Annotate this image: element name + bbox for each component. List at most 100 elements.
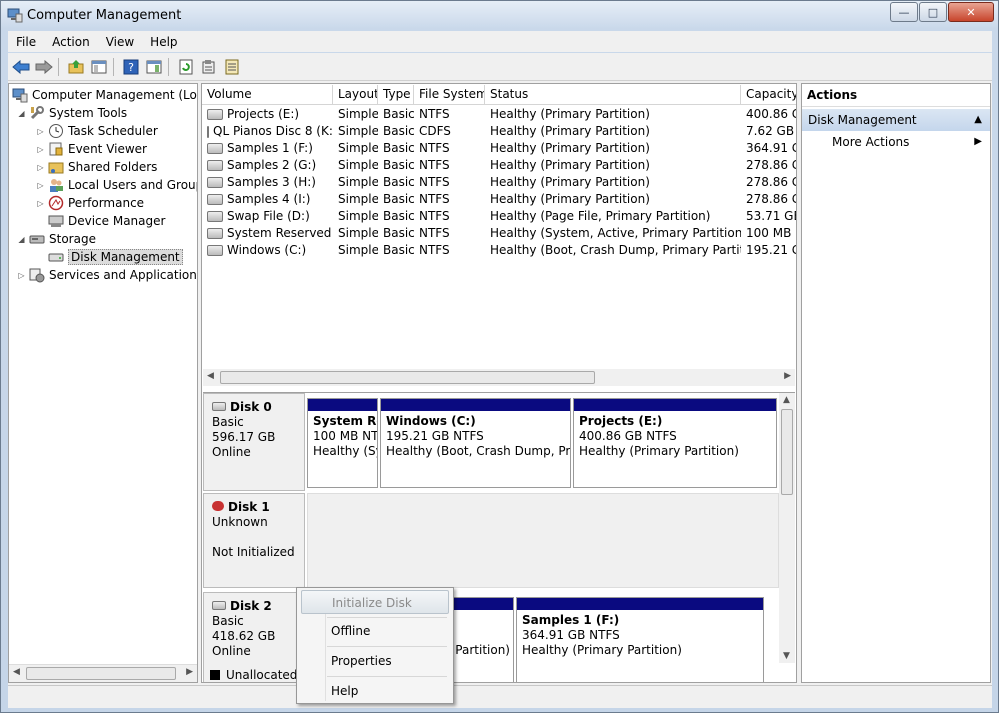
menu-item-initialize-disk[interactable]: Initialize Disk [301,590,449,614]
volume-file-system: NTFS [419,158,450,172]
tree-node-services-and-applications[interactable]: ▷ Services and Applications [17,266,198,284]
volume-size: 100 MB NT [313,429,377,443]
window-title: Computer Management [27,8,182,23]
volume-row[interactable]: System Reserved Simple Basic NTFS Health… [202,225,796,242]
menu-item-properties[interactable]: Properties [301,649,449,673]
scrollbar-thumb[interactable] [781,409,793,495]
scrollbar-thumb[interactable] [26,667,176,680]
tree-node-storage[interactable]: ◢ Storage [17,230,96,248]
volume-status: Healthy (Primary Partition) [522,643,682,657]
scrollbar-thumb[interactable] [220,371,595,384]
tree-node-shared-folders[interactable]: ▷ Shared Folders [36,158,157,176]
menu-view[interactable]: View [98,35,142,49]
tree-node-device-manager[interactable]: Device Manager [48,212,165,230]
volume-list-horizontal-scrollbar[interactable]: ◀ ▶ [203,369,795,386]
column-header-file-system[interactable]: File System [414,85,485,104]
title-bar[interactable]: Computer Management — □ ✕ [1,1,998,30]
volume-row[interactable]: Samples 3 (H:) Simple Basic NTFS Healthy… [202,174,796,191]
disk-state: Online [212,445,251,459]
tree-horizontal-scrollbar[interactable]: ◀ ▶ [9,664,197,682]
expand-arrow-icon[interactable]: ▷ [17,271,26,280]
volume-name: System Reserved [227,226,332,240]
volume-layout: Simple [338,243,378,257]
volume-row[interactable]: Projects (E:) Simple Basic NTFS Healthy … [202,106,796,123]
action-more-actions[interactable]: More Actions ▶ [802,131,990,153]
column-header-status[interactable]: Status [485,85,741,104]
services-icon [29,267,45,283]
menu-separator [327,646,447,647]
tree-node-task-scheduler[interactable]: ▷ Task Scheduler [36,122,158,140]
expand-arrow-icon[interactable]: ▷ [36,163,45,172]
tools-icon [29,105,45,121]
volume-status: Healthy (Primary Partition) [490,141,650,155]
volume-row[interactable]: Samples 1 (F:) Simple Basic NTFS Healthy… [202,140,796,157]
volume-row[interactable]: Swap File (D:) Simple Basic NTFS Healthy… [202,208,796,225]
help-icon: ? [123,59,139,74]
column-header-capacity[interactable]: Capacity [741,85,796,104]
disk-0-info[interactable]: Disk 0 Basic 596.17 GB Online [203,393,305,491]
actions-section-disk-management[interactable]: Disk Management ▲ [802,109,990,131]
help-button[interactable]: ? [121,57,141,77]
tree-node-performance[interactable]: ▷ Performance [36,194,144,212]
volume-row[interactable]: Windows (C:) Simple Basic NTFS Healthy (… [202,242,796,259]
volume-windows-c[interactable]: Windows (C:) 195.21 GB NTFS Healthy (Boot,… [380,398,571,488]
minimize-button[interactable]: — [890,2,918,22]
tree-node-system-tools[interactable]: ◢ System Tools [17,104,127,122]
volume-row[interactable]: Samples 4 (I:) Simple Basic NTFS Healthy… [202,191,796,208]
collapse-arrow-icon[interactable]: ◢ [17,235,26,244]
column-header-layout[interactable]: Layout [333,85,378,104]
disk-view-vertical-scrollbar[interactable]: ▲ ▼ [779,393,795,663]
menu-help[interactable]: Help [142,35,185,49]
show-hide-console-tree-button[interactable] [89,57,109,77]
disk-size: 596.17 GB [212,430,276,444]
volume-samples-1-f[interactable]: Samples 1 (F:) 364.91 GB NTFS Healthy (Pri… [516,597,764,682]
expand-arrow-icon[interactable]: ▷ [36,199,45,208]
disk-1-info[interactable]: Disk 1 Unknown Not Initialized [203,493,305,588]
tree-node-local-users-and-groups[interactable]: ▷ Local Users and Groups [36,176,197,194]
scroll-right-arrow-icon[interactable]: ▶ [186,667,193,677]
menu-item-help[interactable]: Help [301,679,449,703]
volume-row[interactable]: QL Pianos Disc 8 (K:) Simple Basic CDFS … [202,123,796,140]
tree-label: Services and Applications [49,268,198,282]
expand-arrow-icon[interactable]: ▷ [36,181,45,190]
console-tree: Computer Management (Local ◢ System Tool… [8,83,198,683]
volume-file-system: NTFS [419,192,450,206]
collapse-triangle-icon[interactable]: ▲ [974,109,982,131]
refresh-button[interactable] [176,57,196,77]
collapse-arrow-icon[interactable]: ◢ [17,109,26,118]
volume-layout: Simple [338,209,378,223]
tree-label: Shared Folders [68,160,158,174]
scroll-down-arrow-icon[interactable]: ▼ [783,651,790,661]
menu-item-offline[interactable]: Offline [301,619,449,643]
tree-node-disk-management[interactable]: Disk Management [48,248,183,266]
disk-1-unallocated-area[interactable] [307,493,779,588]
column-header-type[interactable]: Type [378,85,414,104]
scroll-left-arrow-icon[interactable]: ◀ [207,371,214,381]
scroll-right-arrow-icon[interactable]: ▶ [784,371,791,381]
expand-arrow-icon[interactable]: ▷ [36,127,45,136]
expand-arrow-icon[interactable]: ▷ [36,145,45,154]
export-list-button[interactable] [222,57,242,77]
scroll-left-arrow-icon[interactable]: ◀ [13,667,20,677]
forward-button[interactable] [34,57,54,77]
menu-file[interactable]: File [8,35,44,49]
tree-node-computer-management[interactable]: Computer Management (Local [12,86,197,104]
volume-row[interactable]: Samples 2 (G:) Simple Basic NTFS Healthy… [202,157,796,174]
close-button[interactable]: ✕ [948,2,994,22]
properties-button[interactable] [199,57,219,77]
legend-label-unallocated: Unallocated [226,668,298,682]
show-hide-action-pane-button[interactable] [144,57,164,77]
maximize-button[interactable]: □ [919,2,947,22]
scroll-up-arrow-icon[interactable]: ▲ [783,395,790,405]
up-one-level-button[interactable] [66,57,86,77]
volume-projects-e[interactable]: Projects (E:) 400.86 GB NTFS Healthy (Prim… [573,398,777,488]
column-header-volume[interactable]: Volume [202,85,333,104]
volume-system-reserved[interactable]: System Re100 MB NTHealthy (Sy [307,398,378,488]
disk-graphical-view: Disk 0 Basic 596.17 GB Online System Re1… [203,392,795,682]
disk-context-menu: Initialize Disk Offline Properties Help [296,587,454,704]
volume-status: Healthy (Boot, Crash Dump, Prim [386,444,570,458]
menu-action[interactable]: Action [44,35,98,49]
back-button[interactable] [11,57,31,77]
tree-label: Performance [68,196,145,210]
tree-node-event-viewer[interactable]: ▷ Event Viewer [36,140,147,158]
